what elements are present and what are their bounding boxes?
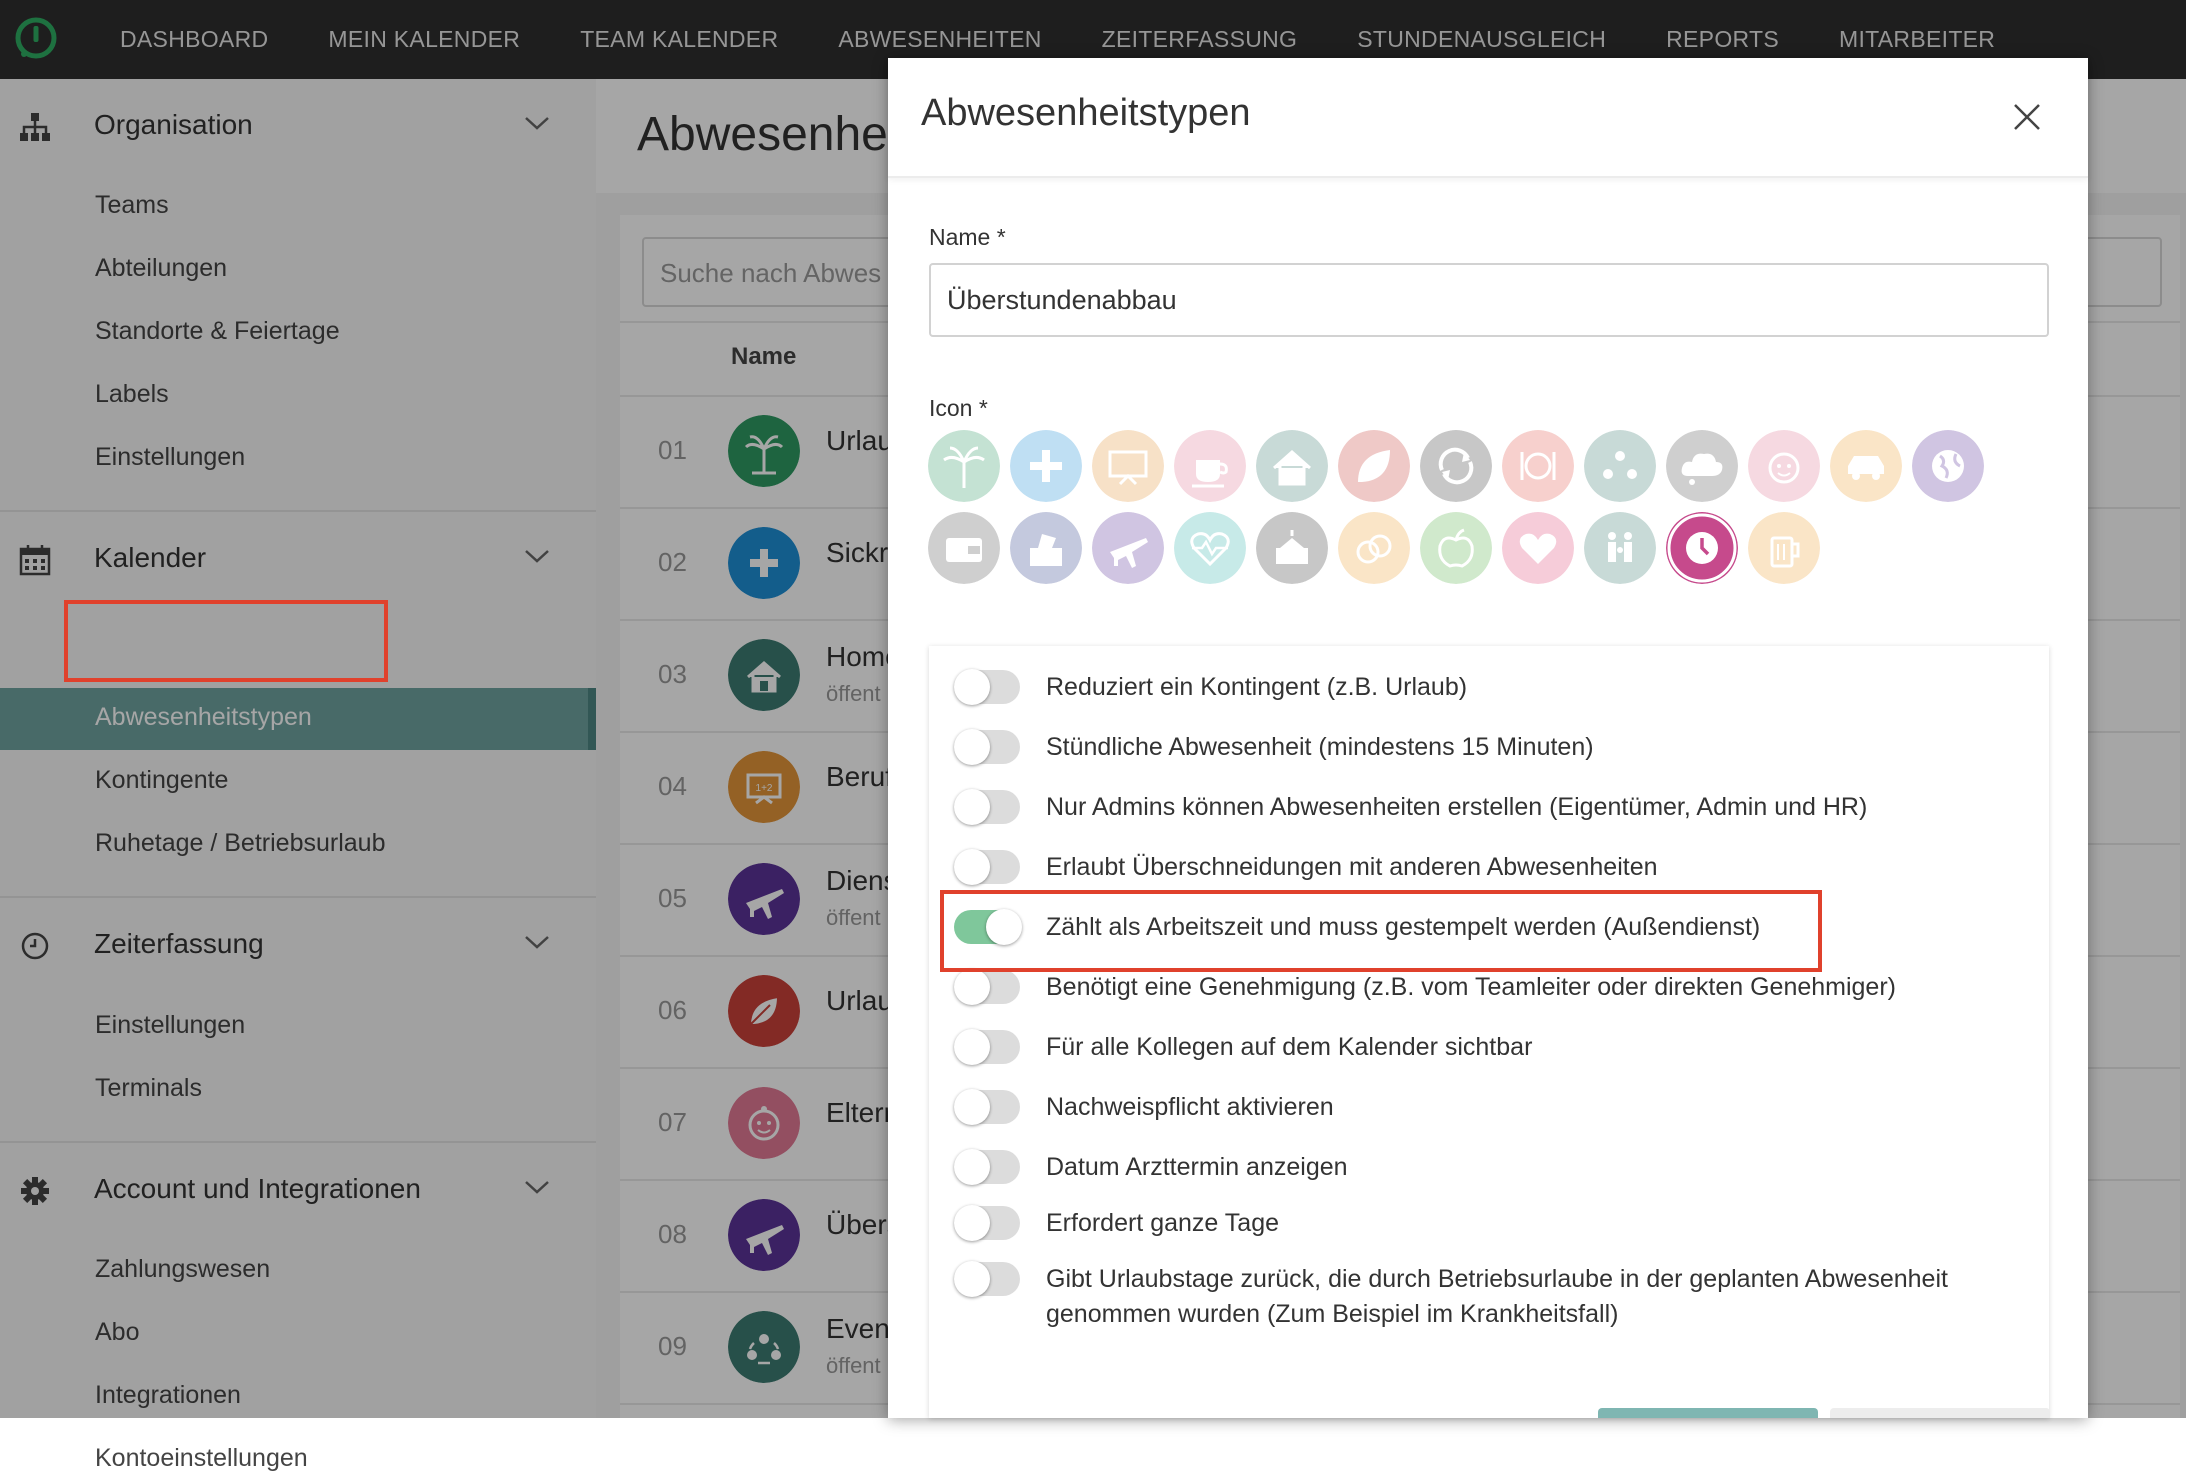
name-label: Name *: [929, 224, 1006, 250]
option-label: Nachweispflicht aktivieren: [1046, 1093, 1334, 1121]
toggle-knob: [954, 1205, 990, 1241]
absence-type-dialog: Abwesenheitstypen Name * Icon * Reduzier…: [888, 58, 2088, 1418]
globe-icon[interactable]: [1912, 430, 1984, 502]
option-label: Benötigt eine Genehmigung (z.B. vom Team…: [1046, 973, 1896, 1001]
whiteboard-icon[interactable]: [1092, 430, 1164, 502]
group-icon[interactable]: [1584, 430, 1656, 502]
toggle-switch[interactable]: [954, 969, 1020, 1005]
toggle-knob: [954, 1029, 990, 1065]
close-icon[interactable]: [2010, 100, 2044, 134]
sidebar-item-kontoeinstellungen[interactable]: Kontoeinstellungen: [95, 1444, 308, 1473]
toggle-knob: [986, 909, 1022, 945]
toggle-switch[interactable]: [954, 729, 1020, 765]
toggle-switch[interactable]: [954, 1205, 1020, 1241]
cloud-icon[interactable]: [1666, 430, 1738, 502]
option-label: Datum Arzttermin anzeigen: [1046, 1153, 1348, 1181]
cancel-button[interactable]: [1830, 1408, 2050, 1418]
wallet-icon[interactable]: [928, 512, 1000, 584]
heartbeat-icon[interactable]: [1174, 512, 1246, 584]
plate-icon[interactable]: [1502, 430, 1574, 502]
baby-icon[interactable]: [1748, 430, 1820, 502]
option-label: Zählt als Arbeitszeit und muss gestempel…: [1046, 913, 1761, 941]
ballot-box-icon[interactable]: [1010, 512, 1082, 584]
save-button[interactable]: [1598, 1408, 1818, 1418]
sync-arrows-icon[interactable]: [1420, 430, 1492, 502]
icon-label: Icon *: [929, 395, 988, 421]
apple-icon[interactable]: [1420, 512, 1492, 584]
toggle-switch[interactable]: [954, 909, 1022, 945]
toggle-knob: [954, 849, 990, 885]
toggle-knob: [954, 1149, 990, 1185]
toggle-knob: [954, 969, 990, 1005]
rings-icon[interactable]: [1338, 512, 1410, 584]
options-list: Reduziert ein Kontingent (z.B. Urlaub) St…: [929, 646, 2049, 1418]
clock-icon[interactable]: [1666, 512, 1738, 584]
car-icon[interactable]: [1830, 430, 1902, 502]
toggle-switch[interactable]: [954, 1029, 1020, 1065]
toggle-knob: [954, 729, 990, 765]
option-label: Erfordert ganze Tage: [1046, 1209, 1280, 1237]
toggle-switch[interactable]: [954, 789, 1020, 825]
toggle-switch[interactable]: [954, 669, 1020, 705]
leaf-icon[interactable]: [1338, 430, 1410, 502]
toggle-knob: [954, 1261, 990, 1297]
name-input[interactable]: [929, 263, 2049, 337]
option-label: Gibt Urlaubstage zurück, die durch Betri…: [1046, 1265, 1948, 1328]
plane-icon[interactable]: [1092, 512, 1164, 584]
plus-icon[interactable]: [1010, 430, 1082, 502]
option-label: Für alle Kollegen auf dem Kalender sicht…: [1046, 1033, 1533, 1061]
coffee-cup-icon[interactable]: [1174, 430, 1246, 502]
dialog-title: Abwesenheitstypen: [921, 92, 1251, 134]
toggle-switch[interactable]: [954, 1261, 1020, 1297]
toggle-switch[interactable]: [954, 1149, 1020, 1185]
toggle-knob: [954, 669, 990, 705]
option-label: Reduziert ein Kontingent (z.B. Urlaub): [1046, 673, 1468, 701]
toggle-knob: [954, 789, 990, 825]
heart-icon[interactable]: [1502, 512, 1574, 584]
cake-icon[interactable]: [1256, 512, 1328, 584]
dialog-header: Abwesenheitstypen: [888, 58, 2088, 178]
toggle-switch[interactable]: [954, 849, 1020, 885]
palm-tree-icon[interactable]: [928, 430, 1000, 502]
option-label: Erlaubt Überschneidungen mit anderen Abw…: [1046, 853, 1658, 881]
home-icon[interactable]: [1256, 430, 1328, 502]
option-label: Nur Admins können Abwesenheiten erstelle…: [1046, 793, 1868, 821]
toggle-switch[interactable]: [954, 1089, 1020, 1125]
beer-icon[interactable]: [1748, 512, 1820, 584]
toggle-knob: [954, 1089, 990, 1125]
option-label: Stündliche Abwesenheit (mindestens 15 Mi…: [1046, 733, 1594, 761]
family-icon[interactable]: [1584, 512, 1656, 584]
